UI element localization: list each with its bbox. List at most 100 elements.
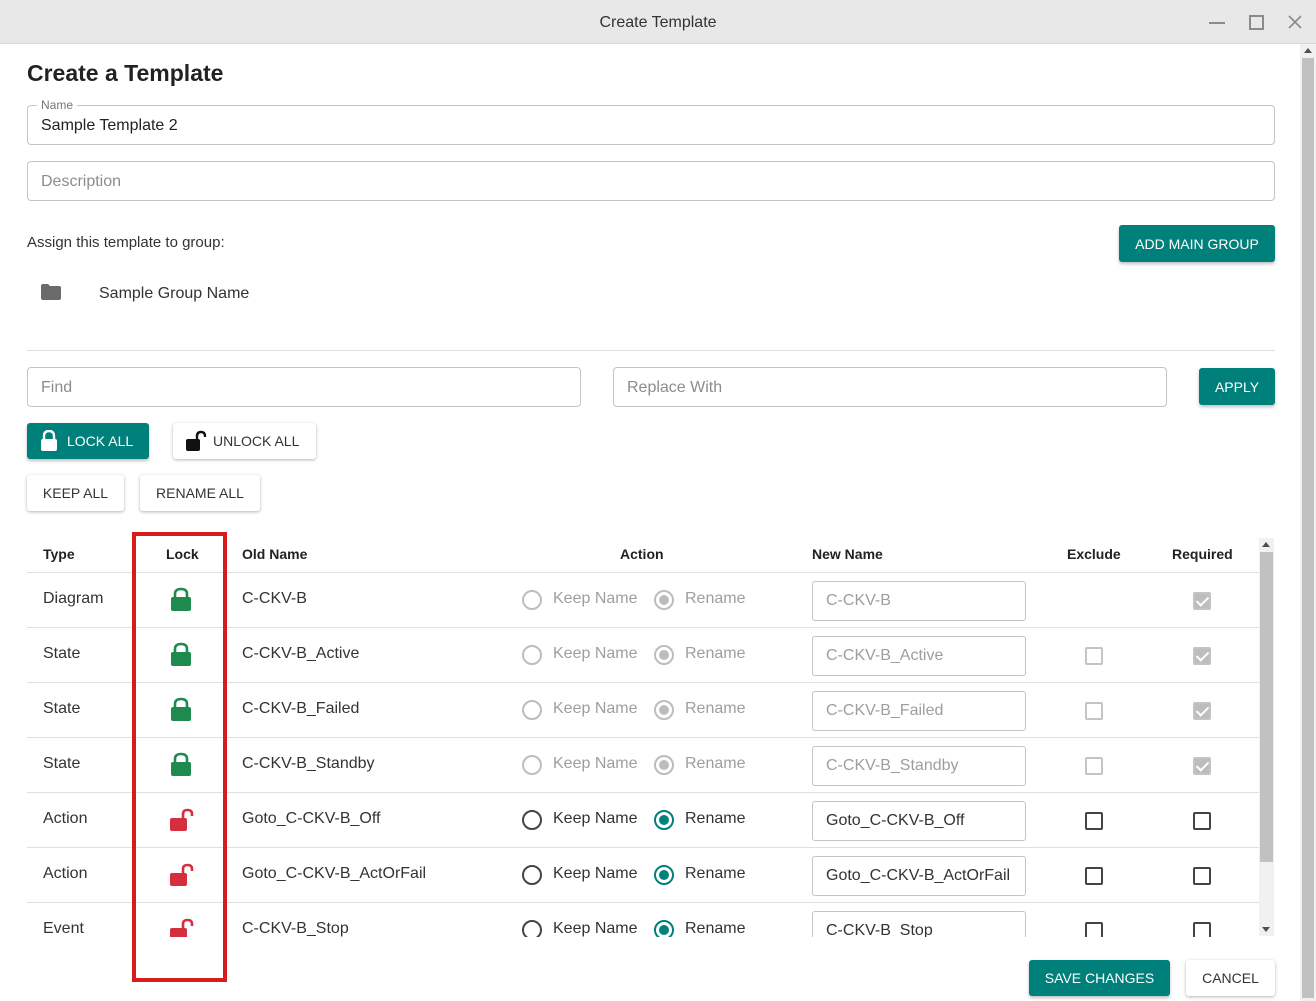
- rename-label: Rename: [685, 645, 746, 662]
- keep-name-label: Keep Name: [553, 645, 638, 662]
- keep-name-radio[interactable]: [522, 755, 542, 775]
- rename-label: Rename: [685, 700, 746, 717]
- row-type: State: [43, 755, 81, 772]
- assign-group-label: Assign this template to group:: [27, 234, 225, 251]
- window-scroll-thumb[interactable]: [1302, 58, 1314, 998]
- rename-all-button[interactable]: RENAME ALL: [140, 475, 260, 511]
- group-name: Sample Group Name: [99, 285, 250, 302]
- name-field-value[interactable]: Sample Template 2: [41, 117, 178, 135]
- lock-all-button[interactable]: LOCK ALL: [27, 423, 149, 459]
- exclude-checkbox[interactable]: [1085, 812, 1103, 830]
- new-name-input[interactable]: Goto_C-CKV-B_ActOrFail: [812, 856, 1026, 896]
- keep-name-label: Keep Name: [553, 590, 638, 607]
- row-old-name: Goto_C-CKV-B_ActOrFail: [242, 865, 427, 882]
- required-checkbox[interactable]: [1193, 592, 1211, 610]
- scroll-up-icon[interactable]: [1262, 542, 1270, 547]
- unlock-all-button[interactable]: UNLOCK ALL: [173, 423, 316, 459]
- replace-placeholder: Replace With: [627, 379, 723, 396]
- required-checkbox[interactable]: [1193, 867, 1211, 885]
- row-old-name: C-CKV-B_Active: [242, 645, 360, 662]
- new-name-value[interactable]: Goto_C-CKV-B_Off: [826, 812, 964, 830]
- window-scrollbar[interactable]: [1300, 44, 1316, 1001]
- keep-name-radio[interactable]: [522, 700, 542, 720]
- group-item[interactable]: Sample Group Name: [40, 280, 249, 308]
- new-name-input[interactable]: C-CKV-B: [812, 581, 1026, 621]
- new-name-value[interactable]: C-CKV-B_Active: [826, 647, 943, 665]
- new-name-value[interactable]: C-CKV-B_Standby: [826, 757, 959, 775]
- rename-label: Rename: [685, 920, 746, 937]
- row-type: Action: [43, 810, 88, 827]
- rename-radio[interactable]: [654, 865, 674, 885]
- keep-name-radio[interactable]: [522, 590, 542, 610]
- unlock-all-label: UNLOCK ALL: [213, 433, 300, 449]
- new-name-input[interactable]: C-CKV-B_Standby: [812, 746, 1026, 786]
- new-name-value[interactable]: C-CKV-B_Stop: [826, 922, 933, 937]
- new-name-input[interactable]: C-CKV-B_Failed: [812, 691, 1026, 731]
- name-field[interactable]: Name Sample Template 2: [27, 98, 1275, 145]
- row-old-name: Goto_C-CKV-B_Off: [242, 810, 381, 827]
- rename-radio[interactable]: [654, 755, 674, 775]
- rename-radio[interactable]: [654, 700, 674, 720]
- rename-radio[interactable]: [654, 645, 674, 665]
- exclude-checkbox[interactable]: [1085, 867, 1103, 885]
- rename-label: Rename: [685, 810, 746, 827]
- exclude-checkbox[interactable]: [1085, 647, 1103, 665]
- table-scrollbar[interactable]: [1259, 538, 1274, 936]
- rename-radio[interactable]: [654, 920, 674, 937]
- unlock-icon: [185, 430, 207, 452]
- keep-name-label: Keep Name: [553, 810, 638, 827]
- replace-input[interactable]: Replace With: [613, 367, 1167, 407]
- required-checkbox[interactable]: [1193, 702, 1211, 720]
- lock-icon: [39, 429, 59, 452]
- required-checkbox[interactable]: [1193, 812, 1211, 830]
- keep-name-radio[interactable]: [522, 810, 542, 830]
- new-name-input[interactable]: C-CKV-B_Stop: [812, 911, 1026, 937]
- folder-icon: [40, 283, 62, 306]
- header-old-name: Old Name: [242, 546, 308, 562]
- new-name-value[interactable]: C-CKV-B: [826, 592, 891, 610]
- required-checkbox[interactable]: [1193, 757, 1211, 775]
- required-checkbox[interactable]: [1193, 922, 1211, 937]
- page-title: Create a Template: [27, 60, 224, 86]
- rename-label: Rename: [685, 865, 746, 882]
- window-title: Create Template: [599, 14, 717, 31]
- new-name-input[interactable]: Goto_C-CKV-B_Off: [812, 801, 1026, 841]
- rename-radio[interactable]: [654, 810, 674, 830]
- cancel-button[interactable]: CANCEL: [1186, 960, 1275, 996]
- maximize-icon[interactable]: [1241, 8, 1271, 36]
- header-required: Required: [1172, 546, 1233, 562]
- find-input[interactable]: Find: [27, 367, 581, 407]
- new-name-value[interactable]: C-CKV-B_Failed: [826, 702, 943, 720]
- new-name-value[interactable]: Goto_C-CKV-B_ActOrFail: [826, 867, 1010, 885]
- exclude-checkbox[interactable]: [1085, 922, 1103, 937]
- exclude-checkbox[interactable]: [1085, 757, 1103, 775]
- find-placeholder: Find: [41, 379, 73, 396]
- rename-label: Rename: [685, 590, 746, 607]
- save-changes-button[interactable]: SAVE CHANGES: [1029, 960, 1170, 996]
- add-main-group-button[interactable]: ADD MAIN GROUP: [1119, 225, 1275, 262]
- rename-radio[interactable]: [654, 590, 674, 610]
- keep-name-radio[interactable]: [522, 920, 542, 937]
- row-old-name: C-CKV-B_Standby: [242, 755, 375, 772]
- keep-name-radio[interactable]: [522, 865, 542, 885]
- lock-all-label: LOCK ALL: [67, 433, 134, 449]
- header-action: Action: [620, 546, 664, 562]
- window-scroll-up-icon[interactable]: [1304, 48, 1312, 53]
- row-type: Event: [43, 920, 84, 937]
- keep-all-button[interactable]: KEEP ALL: [27, 475, 124, 511]
- scroll-down-icon[interactable]: [1262, 927, 1270, 932]
- keep-name-label: Keep Name: [553, 755, 638, 772]
- row-old-name: C-CKV-B_Stop: [242, 920, 349, 937]
- close-icon[interactable]: [1280, 8, 1310, 36]
- new-name-input[interactable]: C-CKV-B_Active: [812, 636, 1026, 676]
- table-scroll-thumb[interactable]: [1260, 552, 1273, 862]
- keep-name-label: Keep Name: [553, 700, 638, 717]
- description-field[interactable]: Description: [27, 161, 1275, 201]
- minimize-icon[interactable]: [1202, 8, 1232, 36]
- header-new-name: New Name: [812, 546, 883, 562]
- keep-name-radio[interactable]: [522, 645, 542, 665]
- exclude-checkbox[interactable]: [1085, 702, 1103, 720]
- apply-button[interactable]: APPLY: [1199, 368, 1275, 405]
- header-type: Type: [43, 546, 75, 562]
- required-checkbox[interactable]: [1193, 647, 1211, 665]
